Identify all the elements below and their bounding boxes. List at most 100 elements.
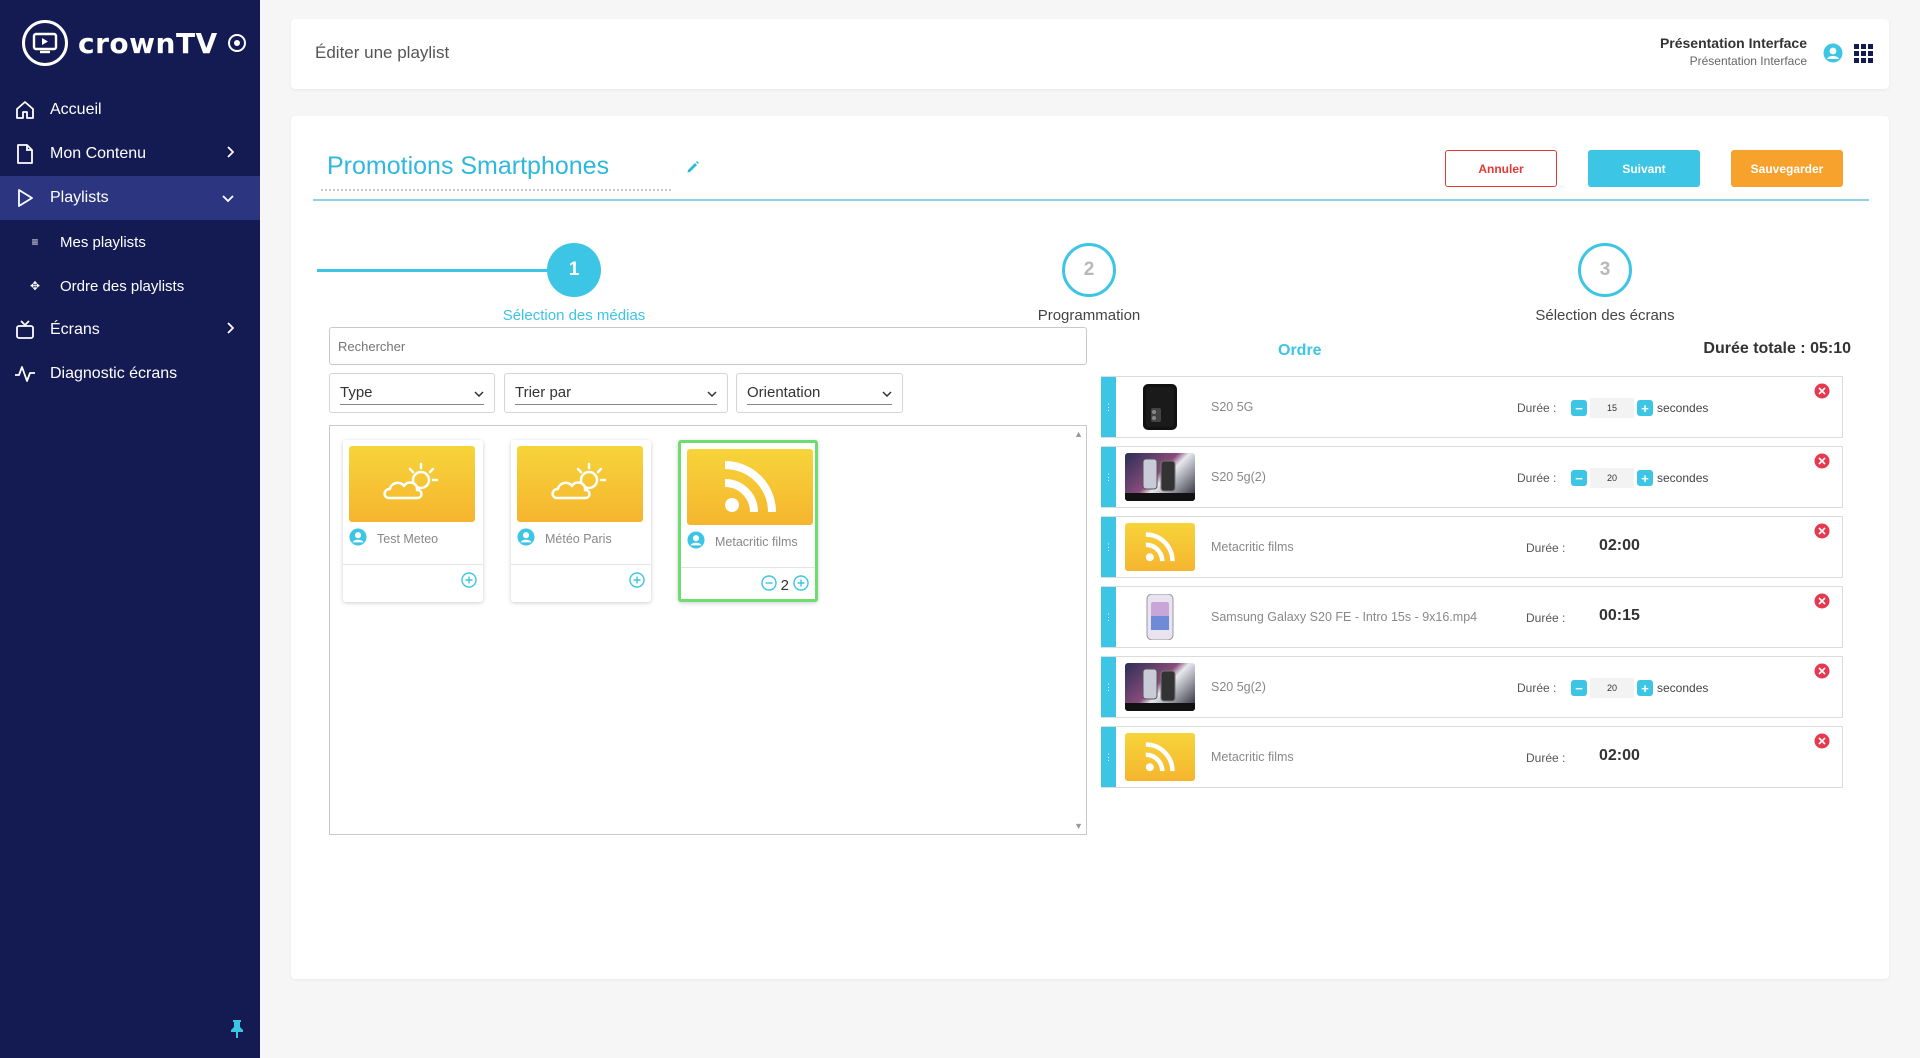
order-row[interactable]: ⋮ Metacritic films Durée : 02:00 [1101, 516, 1843, 578]
duration-value[interactable]: 15 [1590, 398, 1634, 418]
user-icon [687, 531, 705, 552]
duration-stepper[interactable]: − 20 + [1571, 468, 1653, 488]
drag-handle-icon[interactable]: ⋮ [1101, 447, 1116, 507]
topbar: Éditer une playlist Présentation Interfa… [291, 19, 1889, 89]
duration-value[interactable]: 20 [1590, 468, 1634, 488]
step-2[interactable]: 2 [1062, 243, 1116, 297]
media-card-selected[interactable]: Metacritic films 2 [678, 440, 818, 602]
media-count: 2 [780, 576, 789, 594]
playlist-title: Promotions Smartphones [327, 152, 610, 180]
close-circle-icon[interactable] [1814, 453, 1830, 474]
media-name: Metacritic films [1211, 750, 1294, 764]
nav-item-ecrans[interactable]: Écrans [0, 308, 260, 352]
add-circle-icon[interactable] [461, 572, 477, 592]
close-circle-icon[interactable] [1814, 733, 1830, 754]
duration-value[interactable]: 20 [1590, 678, 1634, 698]
nav-item-accueil[interactable]: Accueil [0, 88, 260, 132]
sidebar: crownTV Accueil Mon Contenu Playlists ≡ … [0, 0, 260, 1058]
order-row[interactable]: ⋮ Samsung Galaxy S20 FE - Intro 15s - 9x… [1101, 586, 1843, 648]
user-icon [517, 528, 535, 549]
drag-handle-icon[interactable]: ⋮ [1101, 587, 1116, 647]
title-divider [313, 199, 1869, 201]
duration-label: Durée : [1526, 611, 1566, 625]
chevron-down-icon [707, 384, 717, 401]
increment-button[interactable]: + [1637, 680, 1653, 696]
duration-stepper[interactable]: − 20 + [1571, 678, 1653, 698]
drag-handle-icon[interactable]: ⋮ [1101, 657, 1116, 717]
arrows-icon: ✥ [29, 279, 41, 293]
decrement-button[interactable]: − [1571, 400, 1587, 416]
order-row[interactable]: ⋮ S20 5G Durée : − 15 + secondes [1101, 376, 1843, 438]
duration-unit: secondes [1657, 681, 1709, 695]
media-card[interactable]: Météo Paris [511, 440, 651, 602]
scroll-down-icon[interactable]: ▼ [1074, 821, 1083, 831]
close-circle-icon[interactable] [1814, 593, 1830, 614]
order-row[interactable]: ⋮ S20 5g(2) Durée : − 20 + secondes [1101, 656, 1843, 718]
type-select[interactable]: Type [329, 373, 495, 413]
user-avatar-icon[interactable] [1823, 43, 1843, 68]
chevron-down-icon [222, 189, 234, 207]
media-name: S20 5g(2) [1211, 680, 1266, 694]
nav-item-playlists[interactable]: Playlists [0, 176, 260, 220]
playlist-title-field[interactable]: Promotions Smartphones [321, 152, 671, 191]
duration-unit: secondes [1657, 401, 1709, 415]
media-name: Metacritic films [1211, 540, 1294, 554]
save-button[interactable]: Sauvegarder [1731, 150, 1843, 187]
drag-handle-icon[interactable]: ⋮ [1101, 517, 1116, 577]
user-subtitle: Présentation Interface [1689, 54, 1807, 68]
user-info[interactable]: Présentation Interface Présentation Inte… [1660, 35, 1807, 68]
step-3[interactable]: 3 [1578, 243, 1632, 297]
drag-handle-icon[interactable]: ⋮ [1101, 727, 1116, 787]
apps-grid-icon[interactable] [1854, 44, 1873, 63]
registered-icon [227, 34, 246, 52]
drag-handle-icon[interactable]: ⋮ [1101, 377, 1116, 437]
step-1[interactable]: 1 [547, 243, 601, 297]
cancel-button[interactable]: Annuler [1445, 150, 1557, 187]
add-circle-icon[interactable] [629, 572, 645, 592]
add-circle-icon[interactable] [793, 575, 809, 595]
close-circle-icon[interactable] [1814, 383, 1830, 404]
media-library[interactable]: ▲ ▼ Test Meteo Météo Paris Metacritic fi… [329, 425, 1087, 835]
scroll-up-icon[interactable]: ▲ [1074, 429, 1083, 439]
media-card[interactable]: Test Meteo [343, 440, 483, 602]
pulse-icon [14, 363, 36, 385]
sidebar-item-mes-playlists[interactable]: ≡ Mes playlists [0, 220, 260, 264]
remove-circle-icon[interactable] [760, 575, 777, 595]
logo[interactable]: crownTV [22, 20, 246, 66]
chevron-right-icon [226, 145, 235, 163]
increment-button[interactable]: + [1637, 470, 1653, 486]
nav-item-mon-contenu[interactable]: Mon Contenu [0, 132, 260, 176]
nav-label: Accueil [50, 101, 102, 118]
total-duration: Durée totale : 05:10 [1703, 340, 1851, 357]
media-name: Test Meteo [377, 531, 439, 546]
pencil-icon[interactable] [686, 160, 700, 179]
decrement-button[interactable]: − [1571, 680, 1587, 696]
rss-icon [687, 449, 813, 525]
media-name: Météo Paris [545, 531, 612, 546]
orientation-select-value: Orientation [747, 384, 821, 401]
duration-stepper[interactable]: − 15 + [1571, 398, 1653, 418]
phones-thumbnail [1125, 453, 1195, 501]
order-row[interactable]: ⋮ S20 5g(2) Durée : − 20 + secondes [1101, 446, 1843, 508]
pin-icon[interactable] [230, 1019, 244, 1044]
order-row[interactable]: ⋮ Metacritic films Durée : 02:00 [1101, 726, 1843, 788]
media-name: S20 5G [1211, 400, 1254, 414]
decrement-button[interactable]: − [1571, 470, 1587, 486]
nav-label: Mon Contenu [50, 145, 147, 162]
sub-label: Ordre des playlists [60, 277, 185, 295]
orientation-select[interactable]: Orientation [736, 373, 903, 413]
close-circle-icon[interactable] [1814, 523, 1830, 544]
sort-select[interactable]: Trier par [504, 373, 728, 413]
duration-label: Durée : [1517, 401, 1557, 415]
nav-item-diagnostic-ecrans[interactable]: Diagnostic écrans [0, 352, 260, 396]
duration-value: 02:00 [1599, 747, 1640, 764]
next-button[interactable]: Suivant [1588, 150, 1700, 187]
sub-label: Mes playlists [60, 233, 146, 251]
sidebar-item-ordre-des-playlists[interactable]: ✥ Ordre des playlists [0, 264, 260, 308]
close-circle-icon[interactable] [1814, 663, 1830, 684]
phones-thumbnail [1125, 663, 1195, 711]
search-input[interactable] [329, 327, 1087, 365]
increment-button[interactable]: + [1637, 400, 1653, 416]
media-name: Samsung Galaxy S20 FE - Intro 15s - 9x16… [1211, 610, 1478, 624]
type-select-value: Type [340, 384, 373, 401]
